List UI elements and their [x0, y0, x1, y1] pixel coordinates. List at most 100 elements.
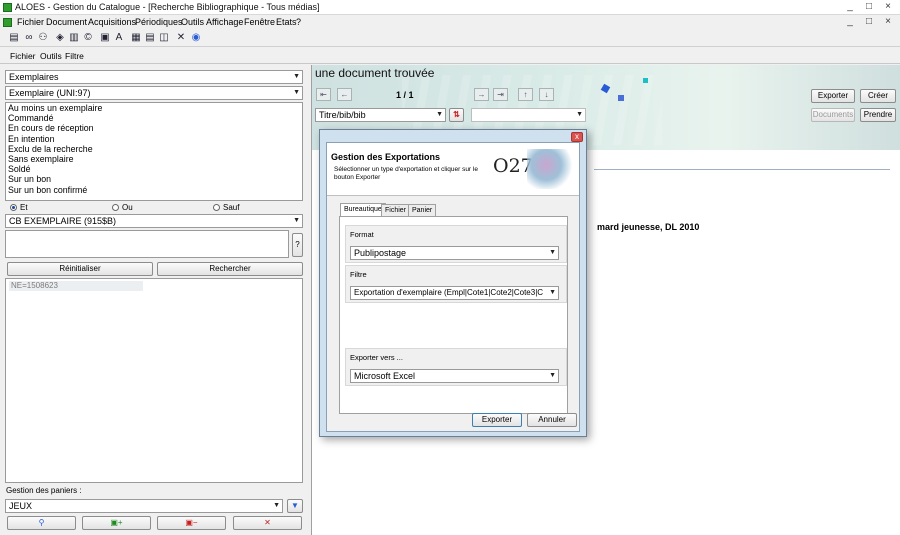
font-icon[interactable]: A [113, 32, 125, 44]
window-icon[interactable]: ▦ [130, 32, 142, 44]
query-text: NE=1508623 [9, 281, 143, 291]
operator-ou[interactable]: Ou [112, 203, 133, 212]
layout-icon[interactable]: ◫ [158, 32, 170, 44]
submenu-outils[interactable]: Outils [40, 51, 62, 61]
list-item[interactable]: En intention [6, 134, 302, 144]
tab-bureautique[interactable]: Bureautique [340, 203, 386, 217]
format-group: Format Publipostage ▼ [345, 225, 567, 263]
options-list[interactable]: Au moins un exemplaire Commandé En cours… [5, 102, 303, 201]
logo-graphic [527, 149, 575, 189]
minimize-button[interactable]: _ [843, 1, 857, 13]
menu-bar: Fichier Document Acquisitions Périodique… [0, 15, 900, 30]
menu-help[interactable]: ? [296, 17, 301, 27]
sort-select[interactable]: Titre/bib/bib ▼ [315, 108, 446, 122]
main-toolbar: ▤ ∞ ⚇ ◈ ▥ © ▣ A ▦ ▤ ◫ ✕ ◉ [0, 30, 900, 47]
list-item[interactable]: Exclu de la recherche [6, 144, 302, 154]
list-item[interactable]: Soldé [6, 164, 302, 174]
type-select[interactable]: Exemplaires ▼ [5, 70, 303, 84]
sort-select-value: Titre/bib/bib [319, 110, 366, 120]
basket-add-icon: ▣+ [110, 518, 123, 527]
record-fragment: mard jeunesse, DL 2010 [597, 222, 700, 232]
dialog-export-button[interactable]: Exporter [472, 413, 522, 427]
baskets-label: Gestion des paniers : [6, 486, 82, 495]
copyright-icon[interactable]: © [82, 32, 94, 44]
mdi-minimize-button[interactable]: _ [843, 16, 857, 28]
mdi-restore-button[interactable]: □ [862, 16, 876, 28]
search-button[interactable]: Rechercher [157, 262, 303, 276]
search-icon: ⚲ [38, 518, 45, 527]
export-button[interactable]: Exporter [811, 89, 855, 103]
menu-periodiques[interactable]: Périodiques [135, 17, 183, 27]
create-button[interactable]: Créer [860, 89, 896, 103]
basket-delete-button[interactable]: ✕ [233, 516, 302, 530]
filter-label: Filtre [350, 270, 367, 279]
list-item[interactable]: En cours de réception [6, 123, 302, 133]
tools-icon[interactable]: ✕ [175, 32, 187, 44]
double-binoculars-icon[interactable]: ⚇ [37, 32, 49, 44]
submenu-fichier[interactable]: Fichier [10, 51, 36, 61]
list-item[interactable]: Au moins un exemplaire [6, 103, 302, 113]
sort-icon: ⇅ [453, 110, 460, 119]
next-button[interactable]: → [474, 88, 489, 101]
last-button[interactable]: ⇥ [493, 88, 508, 101]
type-select-value: Exemplaires [9, 72, 59, 82]
basket-filter-button[interactable]: ▼ [287, 499, 303, 513]
criteria-value-input[interactable] [5, 230, 289, 258]
criteria-select[interactable]: CB EXEMPLAIRE (915$B) ▼ [5, 214, 303, 228]
sort-order-button[interactable]: ⇅ [449, 108, 464, 122]
previous-button[interactable]: ← [337, 88, 352, 101]
menu-acquisitions[interactable]: Acquisitions [88, 17, 136, 27]
list-item[interactable]: Commandé [6, 113, 302, 123]
export-to-select[interactable]: Microsoft Excel ▼ [350, 369, 559, 383]
secondary-select[interactable]: ▼ [471, 108, 586, 122]
menu-affichage[interactable]: Affichage [206, 17, 243, 27]
format-select[interactable]: Publipostage ▼ [350, 246, 559, 260]
query-area[interactable]: NE=1508623 [5, 278, 303, 483]
menu-fichier[interactable]: Fichier [17, 17, 44, 27]
list-item[interactable]: Sur un bon confirmé [6, 185, 302, 195]
binoculars-icon[interactable]: ∞ [23, 32, 35, 44]
decor-square [618, 95, 624, 101]
operator-sauf-label: Sauf [223, 203, 240, 212]
take-button[interactable]: Prendre [860, 108, 896, 122]
documents-button[interactable]: Documents [811, 108, 855, 122]
reset-button[interactable]: Réinitialiser [7, 262, 153, 276]
basket-search-button[interactable]: ⚲ [7, 516, 76, 530]
book-icon[interactable]: ▣ [99, 32, 111, 44]
record-divider [594, 169, 890, 170]
first-button[interactable]: ⇤ [316, 88, 331, 101]
menu-fenetre[interactable]: Fenêtre [244, 17, 275, 27]
export-to-label: Exporter vers ... [350, 353, 403, 362]
menu-document[interactable]: Document [46, 17, 87, 27]
criteria-select-value: CB EXEMPLAIRE (915$B) [9, 216, 117, 226]
library-icon[interactable]: ▥ [68, 32, 80, 44]
basket-add-button[interactable]: ▣+ [82, 516, 151, 530]
basket-remove-icon: ▣− [185, 518, 198, 527]
dialog-cancel-button[interactable]: Annuler [527, 413, 577, 427]
menu-etats[interactable]: Etats [276, 17, 297, 27]
basket-select[interactable]: JEUX ▼ [5, 499, 283, 513]
operator-sauf[interactable]: Sauf [213, 203, 239, 212]
menu-outils[interactable]: Outils [181, 17, 204, 27]
globe-icon[interactable]: ◉ [190, 32, 202, 44]
filter-select[interactable]: Exportation d'exemplaire (Empl|Cote1|Cot… [350, 286, 559, 300]
document-icon[interactable]: ▤ [8, 32, 20, 44]
basket-remove-button[interactable]: ▣− [157, 516, 226, 530]
up-button[interactable]: ↑ [518, 88, 533, 101]
help-button[interactable]: ? [292, 233, 303, 257]
operator-et[interactable]: Et [10, 203, 28, 212]
mdi-close-button[interactable]: × [881, 16, 895, 28]
down-button[interactable]: ↓ [539, 88, 554, 101]
decor-square [643, 78, 648, 83]
close-button[interactable]: × [881, 1, 895, 13]
submenu-filtre[interactable]: Filtre [65, 51, 84, 61]
dialog-close-button[interactable]: x [571, 132, 583, 142]
tag-icon[interactable]: ◈ [54, 32, 66, 44]
list-item[interactable]: Sans exemplaire [6, 154, 302, 164]
delete-icon: ✕ [264, 518, 271, 527]
list-item[interactable]: Sur un bon [6, 174, 302, 184]
window-split-icon[interactable]: ▤ [144, 32, 156, 44]
field-select[interactable]: Exemplaire (UNI:97) ▼ [5, 86, 303, 100]
maximize-button[interactable]: □ [862, 1, 876, 13]
chevron-down-icon: ▼ [436, 111, 443, 118]
